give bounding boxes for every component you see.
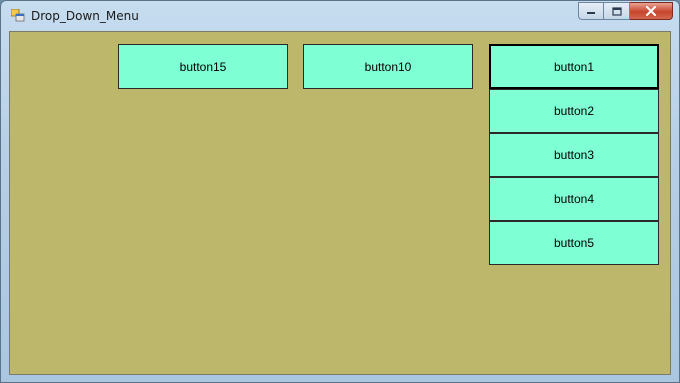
button1[interactable]: button1 <box>489 44 659 89</box>
button2[interactable]: button2 <box>489 89 659 133</box>
form-client-area: button15 button10 button1 button2 button… <box>9 31 671 375</box>
close-icon <box>646 6 656 16</box>
app-icon <box>11 9 25 22</box>
title-bar[interactable]: Drop_Down_Menu <box>1 1 679 31</box>
window-controls <box>578 2 673 21</box>
button10[interactable]: button10 <box>303 44 473 89</box>
button5[interactable]: button5 <box>489 221 659 265</box>
window-title: Drop_Down_Menu <box>31 9 139 23</box>
button15[interactable]: button15 <box>118 44 288 89</box>
button4[interactable]: button4 <box>489 177 659 221</box>
button3[interactable]: button3 <box>489 133 659 177</box>
maximize-icon <box>611 6 622 16</box>
app-window: Drop_Down_Menu button15 button10 button1… <box>0 0 680 383</box>
maximize-button[interactable] <box>604 2 630 20</box>
close-button[interactable] <box>630 2 673 20</box>
minimize-button[interactable] <box>578 2 604 20</box>
minimize-icon <box>587 12 595 14</box>
